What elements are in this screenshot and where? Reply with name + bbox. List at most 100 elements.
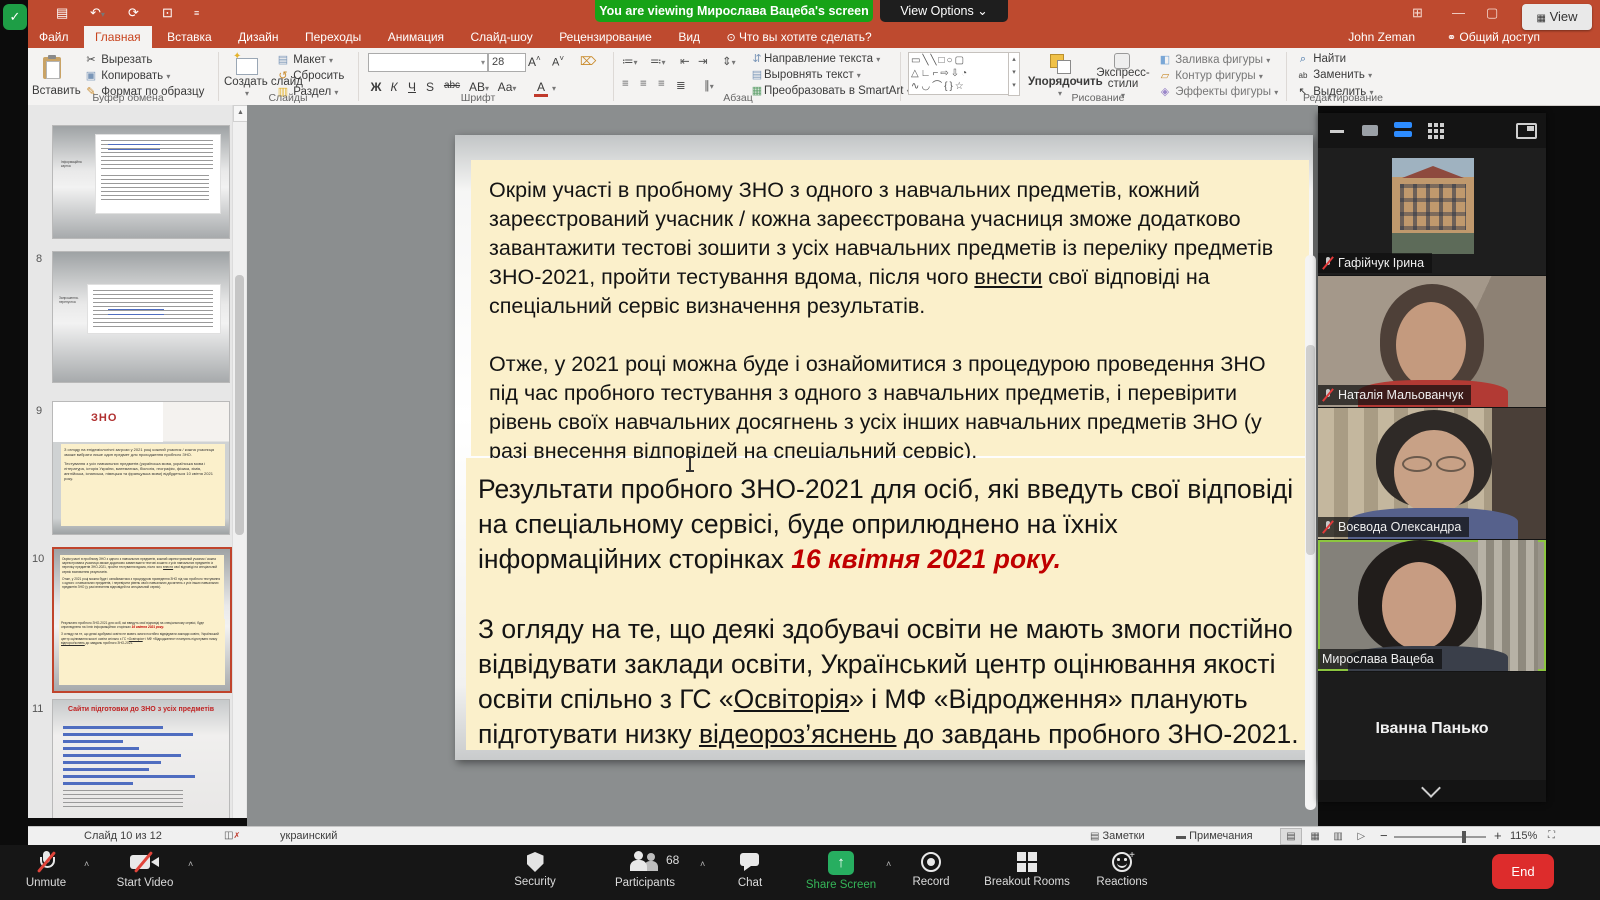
thumbnail-slide-9[interactable]: ЗНО З огляду на епідеміологічні загрози …	[52, 401, 230, 535]
redo-icon[interactable]: ⟳	[128, 0, 139, 26]
slide-sorter-view-button[interactable]: ▦	[1305, 828, 1325, 846]
tab-transitions[interactable]: Переходы	[294, 26, 372, 48]
zoom-in-button[interactable]: +	[1494, 827, 1502, 845]
tab-review[interactable]: Рецензирование	[548, 26, 663, 48]
grow-font-button[interactable]: А˄	[528, 54, 541, 69]
participants-options-caret[interactable]: ˄	[700, 859, 705, 869]
thumbnail-slide-11[interactable]: Сайти підготовки до ЗНО з усіх предметів	[52, 699, 230, 818]
undo-icon[interactable]: ↶▾	[90, 0, 105, 28]
reactions-button[interactable]: + Reactions	[1082, 851, 1162, 888]
participant-tile-2[interactable]: Наталія Мальованчук	[1318, 276, 1546, 407]
slide-counter[interactable]: Слайд 10 из 12	[84, 827, 162, 845]
zoom-slider-thumb[interactable]	[1462, 831, 1466, 843]
scrollbar-thumb[interactable]	[235, 275, 244, 535]
account-user-name[interactable]: John Zeman	[1348, 26, 1415, 48]
cut-button[interactable]: ✂ Вырезать	[84, 53, 152, 66]
zoom-slider[interactable]	[1394, 836, 1486, 838]
tab-view[interactable]: Вид	[667, 26, 711, 48]
shapes-scroll[interactable]: ▴▾▾	[1008, 52, 1020, 96]
unmute-button[interactable]: Unmute	[10, 851, 82, 889]
replace-button[interactable]: ab Заменить ▾	[1296, 69, 1372, 81]
slide-textbox-upper[interactable]: Окрім участі в пробному ЗНО з одного з н…	[471, 160, 1309, 456]
shapes-gallery[interactable]: ▭╲╲□○▢ △∟⌐⇨⇩◔ ∿◡⌒{}☆	[908, 52, 1010, 95]
align-text-button[interactable]: ▤Выровнять текст ▾	[750, 68, 861, 81]
end-meeting-button[interactable]: End	[1492, 854, 1554, 889]
panel-chevron-down-icon[interactable]	[1421, 778, 1441, 798]
font-color-caret[interactable]: ▾	[552, 84, 556, 93]
zoom-out-button[interactable]: −	[1380, 827, 1388, 845]
reading-view-button[interactable]: ▥	[1328, 828, 1348, 846]
font-size-combo[interactable]: 28	[488, 53, 526, 72]
justify-button[interactable]: ≣	[676, 78, 686, 92]
participant-tile-3[interactable]: Воєвода Олександра	[1318, 408, 1546, 539]
picture-in-picture-icon[interactable]	[1516, 123, 1537, 139]
decrease-indent-button[interactable]: ⇤	[680, 54, 690, 68]
numbering-button[interactable]: ≕▾	[650, 54, 666, 68]
thumbnail-slide-10-selected[interactable]: Окрім участі в пробному ЗНО з одного з н…	[52, 547, 232, 693]
scrollbar-thumb[interactable]	[1306, 345, 1315, 555]
thumbnail-slide-7[interactable]: Інформаційна картка	[52, 125, 230, 239]
chat-button[interactable]: Chat	[715, 851, 785, 889]
video-options-caret[interactable]: ˄	[188, 859, 193, 869]
security-button[interactable]: Security	[495, 851, 575, 888]
line-spacing-button[interactable]: ⇕▾	[722, 54, 736, 68]
text-direction-button[interactable]: ⇵Направление текста ▾	[750, 52, 880, 65]
save-icon[interactable]: ▤	[56, 0, 68, 26]
tell-me-box[interactable]: ⊙ Что вы хотите сделать?	[715, 26, 882, 49]
increase-indent-button[interactable]: ⇥	[698, 54, 708, 68]
notes-button[interactable]: ▤ Заметки	[1090, 827, 1145, 846]
tab-home[interactable]: Главная	[84, 26, 152, 48]
shape-fill-button[interactable]: ◧ Заливка фигуры ▾	[1158, 53, 1270, 66]
gallery-strip-view-icon-active[interactable]	[1394, 122, 1412, 128]
restore-button[interactable]: ▢	[1486, 0, 1498, 26]
clear-formatting-button[interactable]: ⌦	[580, 54, 596, 68]
participant-tile-5-name-only[interactable]: Іванна Панько	[1318, 672, 1546, 780]
minimize-button[interactable]: —	[1452, 0, 1465, 26]
copy-button[interactable]: ▣ Копировать ▾	[84, 69, 170, 82]
font-name-combo[interactable]: ▾	[368, 53, 488, 72]
participants-button[interactable]: 68 Participants	[600, 851, 690, 889]
start-slideshow-icon[interactable]: ⊡	[162, 0, 173, 26]
view-options-button[interactable]: View Options ⌄	[880, 0, 1008, 22]
normal-view-button[interactable]: ▤	[1280, 828, 1302, 845]
editing-area-scrollbar[interactable]	[1305, 255, 1316, 810]
bold-button[interactable]: Ж	[368, 80, 384, 94]
fit-to-window-icon[interactable]: ⛶	[1548, 827, 1555, 845]
unmute-options-caret[interactable]: ˄	[84, 859, 89, 869]
thumbnail-pane-scrollbar[interactable]: ▲	[232, 105, 246, 818]
font-color-button[interactable]: А	[534, 80, 548, 97]
layout-button[interactable]: ▤ Макет ▾	[276, 53, 333, 66]
tab-file[interactable]: Файл	[28, 26, 80, 48]
scroll-up-arrow[interactable]: ▲	[233, 105, 247, 122]
comments-button[interactable]: ▬ Примечания	[1176, 827, 1253, 846]
strikethrough-button[interactable]: abc	[440, 80, 464, 91]
share-screen-button[interactable]: ↑ Share Screen	[798, 851, 884, 891]
italic-button[interactable]: К	[386, 80, 402, 94]
bullets-button[interactable]: ≔▾	[622, 54, 638, 68]
tab-insert[interactable]: Вставка	[156, 26, 223, 48]
record-button[interactable]: Record	[898, 851, 964, 888]
tab-animations[interactable]: Анимация	[377, 26, 455, 48]
align-left-button[interactable]: ≡	[622, 78, 629, 90]
share-options-caret[interactable]: ˄	[886, 859, 891, 869]
zoom-percentage[interactable]: 115%	[1510, 827, 1537, 845]
zoom-view-button[interactable]: ▦ View	[1522, 4, 1592, 30]
slide-canvas[interactable]: Окрім участі в пробному ЗНО з одного з н…	[455, 135, 1313, 760]
start-video-button[interactable]: Start Video	[100, 851, 190, 889]
align-center-button[interactable]: ≡	[640, 78, 647, 90]
participant-tile-1[interactable]: Гафійчук Ірина	[1318, 148, 1546, 275]
speaker-view-icon[interactable]	[1362, 125, 1378, 136]
find-button[interactable]: ⌕ Найти	[1296, 53, 1346, 66]
customize-qat-icon[interactable]: ≡	[194, 0, 199, 26]
breakout-rooms-button[interactable]: Breakout Rooms	[972, 851, 1082, 888]
underline-button[interactable]: Ч	[404, 80, 420, 94]
tab-design[interactable]: Дизайн	[227, 26, 289, 48]
minimize-panel-icon[interactable]	[1330, 130, 1344, 133]
shape-outline-button[interactable]: ▱ Контур фигуры ▾	[1158, 69, 1263, 82]
shrink-font-button[interactable]: А˅	[552, 54, 564, 69]
thumbnail-slide-8[interactable]: Запрошення-перепустка	[52, 251, 230, 383]
grid-view-icon[interactable]	[1428, 123, 1432, 127]
columns-button[interactable]: ∥▾	[704, 78, 714, 92]
slide-textbox-lower[interactable]: Результати пробного ЗНО-2021 для осіб, я…	[466, 458, 1312, 750]
tab-slideshow[interactable]: Слайд-шоу	[460, 26, 544, 48]
